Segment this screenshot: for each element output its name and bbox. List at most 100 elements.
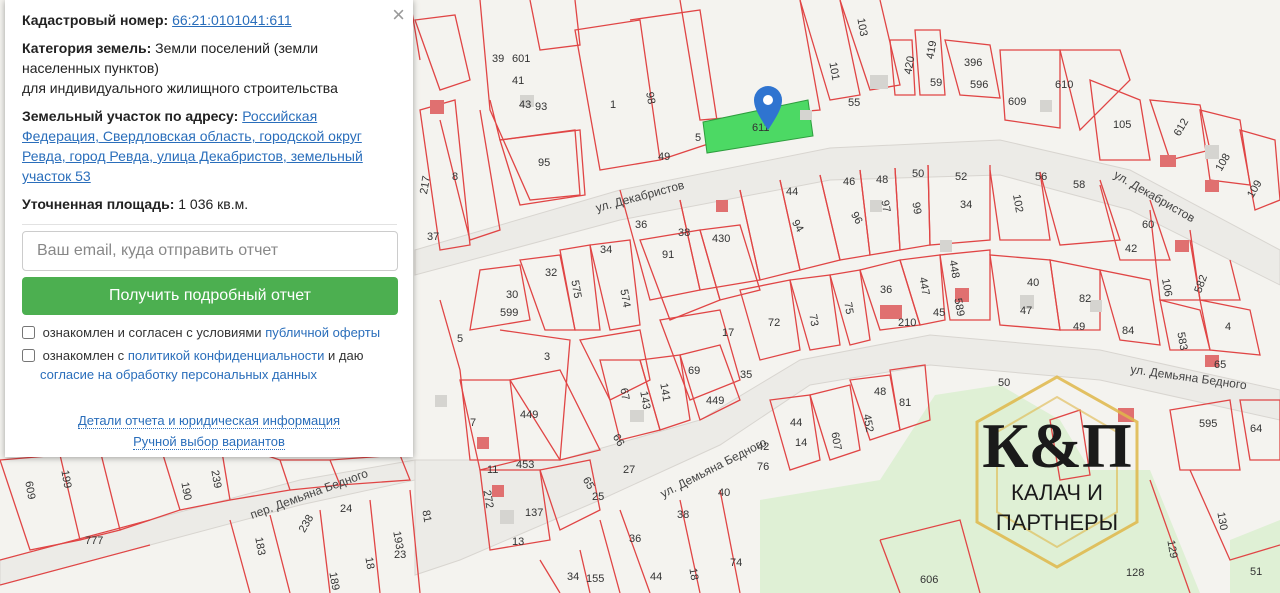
svg-text:65: 65 xyxy=(1214,359,1226,371)
cadastral-number-row: Кадастровый номер: 66:21:0101041:611 xyxy=(22,10,397,30)
svg-text:38: 38 xyxy=(677,509,689,521)
svg-text:102: 102 xyxy=(1010,193,1025,213)
svg-text:42: 42 xyxy=(1125,243,1137,255)
svg-text:449: 449 xyxy=(520,409,538,421)
svg-text:610: 610 xyxy=(1055,79,1073,91)
area-row: Уточненная площадь: 1 036 кв.м. xyxy=(22,194,397,214)
svg-text:609: 609 xyxy=(1008,96,1026,108)
svg-text:101: 101 xyxy=(826,61,841,81)
email-input[interactable] xyxy=(22,231,398,271)
svg-text:106: 106 xyxy=(1159,278,1174,298)
svg-text:48: 48 xyxy=(876,174,888,186)
svg-text:49: 49 xyxy=(658,151,670,163)
svg-text:27: 27 xyxy=(623,464,635,476)
svg-text:419: 419 xyxy=(924,40,939,60)
svg-text:59: 59 xyxy=(930,77,942,89)
svg-text:38: 38 xyxy=(678,227,690,239)
cadastral-number-link[interactable]: 66:21:0101041:611 xyxy=(172,12,292,28)
get-report-button[interactable]: Получить подробный отчет xyxy=(22,277,398,315)
svg-text:67: 67 xyxy=(617,387,631,401)
svg-text:183: 183 xyxy=(252,536,267,556)
svg-text:98: 98 xyxy=(643,91,657,105)
svg-text:93: 93 xyxy=(535,101,547,113)
svg-text:596: 596 xyxy=(970,79,988,91)
svg-text:51: 51 xyxy=(1250,566,1262,578)
privacy-checkbox[interactable] xyxy=(22,349,35,362)
consent-privacy: ознакомлен с политикой конфиденциальност… xyxy=(22,346,397,384)
svg-text:14: 14 xyxy=(795,437,807,449)
logo-text-line1: КАЛАЧ И xyxy=(1011,480,1103,505)
consent-privacy-text: ознакомлен с xyxy=(42,348,128,363)
svg-text:217: 217 xyxy=(418,175,433,195)
svg-text:190: 190 xyxy=(178,481,193,501)
offer-checkbox[interactable] xyxy=(22,326,35,339)
svg-text:84: 84 xyxy=(1122,325,1134,337)
divider xyxy=(22,224,397,225)
svg-text:36: 36 xyxy=(635,219,647,231)
consent-privacy-mid: и даю xyxy=(324,348,364,363)
svg-text:583: 583 xyxy=(1174,331,1189,351)
svg-text:25: 25 xyxy=(592,491,604,503)
svg-text:7: 7 xyxy=(470,417,476,429)
personal-data-consent-link[interactable]: согласие на обработку персональных данны… xyxy=(40,367,317,382)
svg-text:8: 8 xyxy=(452,171,458,183)
svg-text:453: 453 xyxy=(516,459,534,471)
svg-text:189: 189 xyxy=(326,571,341,591)
svg-text:34: 34 xyxy=(567,571,579,583)
svg-text:612: 612 xyxy=(1172,117,1192,139)
land-category-row: Категория земель: Земли поселений (земли… xyxy=(22,38,397,98)
svg-text:40: 40 xyxy=(718,487,730,499)
bottom-links: Детали отчета и юридическая информация Р… xyxy=(5,410,413,452)
svg-text:34: 34 xyxy=(960,199,972,211)
svg-text:44: 44 xyxy=(790,417,802,429)
svg-text:81: 81 xyxy=(419,509,433,523)
svg-text:595: 595 xyxy=(1199,418,1217,430)
svg-text:239: 239 xyxy=(208,469,223,489)
logo-text-line2: ПАРТНЕРЫ xyxy=(996,510,1118,535)
svg-text:5: 5 xyxy=(695,132,701,144)
svg-text:609: 609 xyxy=(22,480,37,500)
svg-text:73: 73 xyxy=(806,313,820,327)
svg-text:396: 396 xyxy=(964,57,982,69)
svg-text:39: 39 xyxy=(492,53,504,65)
svg-text:44: 44 xyxy=(650,571,662,583)
svg-text:1: 1 xyxy=(610,99,616,111)
report-details-link[interactable]: Детали отчета и юридическая информация xyxy=(77,413,341,429)
svg-text:18: 18 xyxy=(362,556,376,570)
svg-text:599: 599 xyxy=(500,307,518,319)
svg-text:574: 574 xyxy=(617,288,632,308)
svg-text:36: 36 xyxy=(629,533,641,545)
svg-text:109: 109 xyxy=(1245,178,1265,200)
svg-text:143: 143 xyxy=(637,390,652,410)
svg-text:155: 155 xyxy=(586,573,604,585)
svg-text:4: 4 xyxy=(1225,321,1231,333)
svg-text:11: 11 xyxy=(487,464,498,476)
svg-text:40: 40 xyxy=(1027,277,1039,289)
svg-text:582: 582 xyxy=(1192,273,1210,294)
svg-text:24: 24 xyxy=(340,503,352,515)
svg-text:575: 575 xyxy=(568,279,583,299)
svg-text:449: 449 xyxy=(706,395,724,407)
svg-text:37: 37 xyxy=(427,231,439,243)
svg-text:49: 49 xyxy=(1073,321,1085,333)
svg-text:58: 58 xyxy=(1073,179,1085,191)
svg-text:41: 41 xyxy=(512,75,524,87)
svg-text:448: 448 xyxy=(946,259,961,279)
svg-text:34: 34 xyxy=(600,244,612,256)
svg-text:45: 45 xyxy=(933,307,945,319)
svg-text:50: 50 xyxy=(912,168,924,180)
close-icon[interactable]: × xyxy=(392,4,405,26)
svg-text:46: 46 xyxy=(843,176,855,188)
public-offer-link[interactable]: публичной оферты xyxy=(265,325,380,340)
area-value: 1 036 кв.м. xyxy=(178,196,249,212)
svg-text:99: 99 xyxy=(909,201,923,215)
manual-choice-link[interactable]: Ручной выбор вариантов xyxy=(133,434,285,450)
svg-text:777: 777 xyxy=(85,535,103,547)
svg-text:13: 13 xyxy=(512,536,524,548)
svg-text:47: 47 xyxy=(1020,305,1032,317)
consent-offer-text: ознакомлен и согласен с условиями xyxy=(42,325,266,340)
privacy-policy-link[interactable]: политикой конфиденциальности xyxy=(128,348,325,363)
svg-text:48: 48 xyxy=(874,386,886,398)
park-area xyxy=(1230,520,1280,593)
svg-text:55: 55 xyxy=(848,97,860,109)
